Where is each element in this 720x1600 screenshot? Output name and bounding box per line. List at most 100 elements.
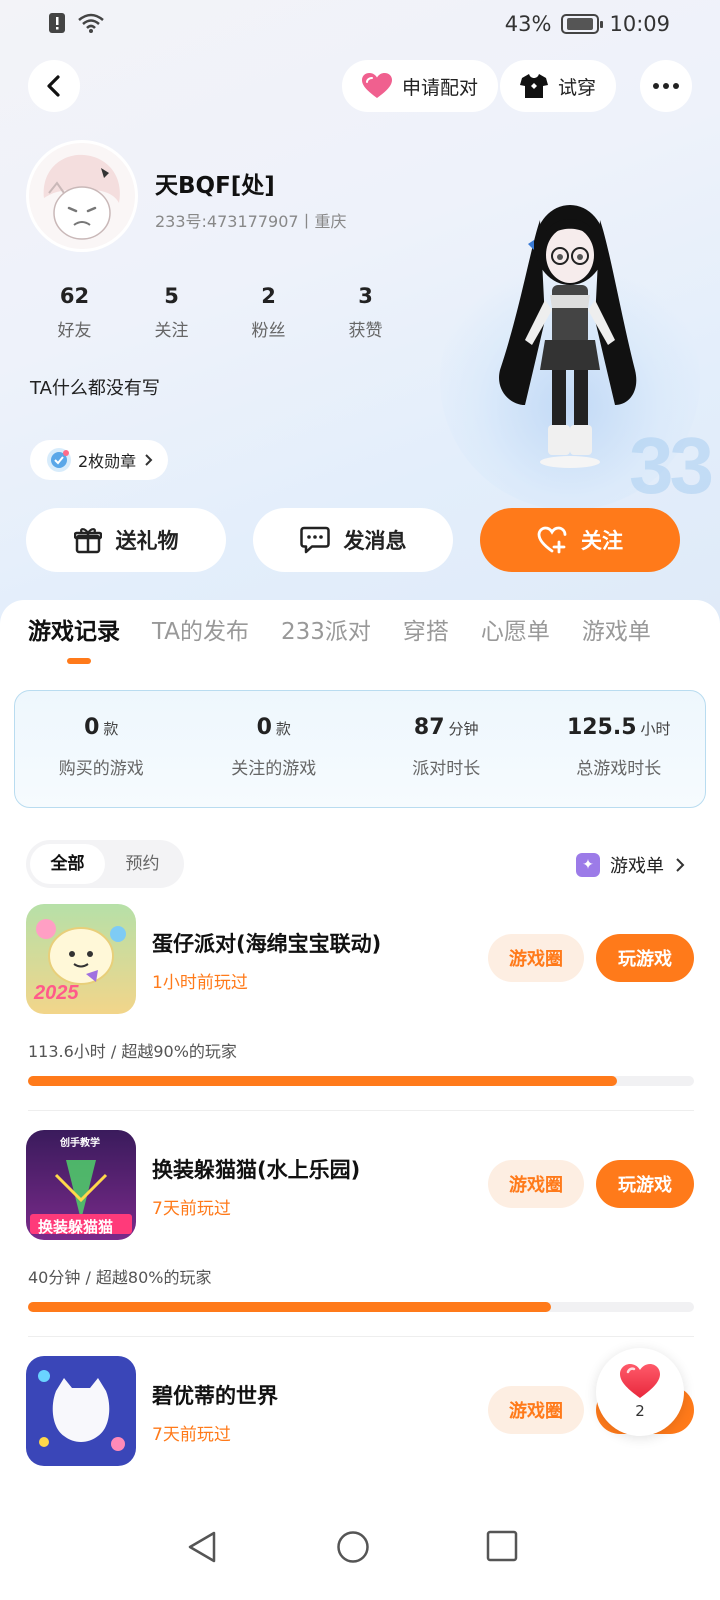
back-button[interactable] <box>28 60 80 112</box>
playtime-progress-bar <box>28 1076 694 1086</box>
send-message-button[interactable]: 发消息 <box>253 508 453 572</box>
user-bio: TA什么都没有写 <box>30 378 160 399</box>
playtime-progress-fill <box>28 1302 551 1312</box>
summary-unit: 分钟 <box>448 720 479 738</box>
tab-233-party[interactable]: 233派对 <box>281 612 371 646</box>
shirt-icon <box>520 74 548 98</box>
summary-value: 125.5 <box>566 715 637 740</box>
tab-wishlist[interactable]: 心愿单 <box>481 612 550 646</box>
tab-outfits[interactable]: 穿搭 <box>403 612 449 646</box>
wifi-icon <box>78 13 104 37</box>
filter-reserved[interactable]: 预约 <box>105 844 180 884</box>
nav-home-button[interactable] <box>336 1530 370 1568</box>
avatar[interactable] <box>26 140 138 252</box>
game-list-link-label: 游戏单 <box>610 856 664 877</box>
medal-label: 2枚勋章 <box>78 452 137 471</box>
summary-party-time: 87 分钟 派对时长 <box>360 691 533 807</box>
game-title: 碧优蒂的世界 <box>152 1384 278 1408</box>
game-thumbnail-text: 2025 <box>34 982 79 1004</box>
active-tab-indicator <box>67 658 91 664</box>
summary-label: 派对时长 <box>412 759 481 779</box>
3d-character-avatar[interactable] <box>490 190 650 480</box>
stat-value: 5 <box>164 284 179 308</box>
nav-back-button[interactable] <box>186 1530 218 1568</box>
game-list-link[interactable]: ✦ 游戏单 <box>576 852 686 878</box>
profile-stats: 62 好友 5 关注 2 粉丝 3 获赞 <box>26 284 414 341</box>
game-thumbnail-text: 换装躲猫猫 <box>38 1218 114 1236</box>
game-last-played: 1小时前玩过 <box>152 973 248 993</box>
play-game-button[interactable]: 玩游戏 <box>596 1160 694 1208</box>
game-circle-button[interactable]: 游戏圈 <box>488 934 584 982</box>
pair-request-label: 申请配对 <box>402 76 479 99</box>
pair-request-button[interactable]: 申请配对 <box>342 60 499 112</box>
summary-unit: 款 <box>103 720 119 738</box>
send-gift-button[interactable]: 送礼物 <box>26 508 226 572</box>
try-on-button[interactable]: 试穿 <box>500 60 617 112</box>
summary-value: 0 <box>84 715 100 740</box>
summary-followed: 0款 关注的游戏 <box>188 691 361 807</box>
triangle-back-icon <box>188 1531 216 1563</box>
summary-unit: 款 <box>275 720 291 738</box>
stat-label: 好友 <box>57 321 92 341</box>
like-count: 2 <box>635 1402 645 1420</box>
square-recents-icon <box>486 1530 518 1562</box>
chevron-right-icon <box>676 858 685 872</box>
divider <box>28 1336 694 1337</box>
chevron-right-icon <box>145 454 153 466</box>
more-dots-icon <box>653 83 659 89</box>
user-id-location: 233号:473177907丨重庆 <box>155 212 347 231</box>
game-last-played: 7天前玩过 <box>152 1425 231 1445</box>
more-options-button[interactable] <box>640 60 692 112</box>
circle-home-icon <box>337 1531 369 1563</box>
summary-value: 87 <box>413 715 445 740</box>
stat-friends[interactable]: 62 好友 <box>26 284 123 341</box>
system-navigation-bar <box>0 1500 720 1600</box>
summary-purchased: 0款 购买的游戏 <box>15 691 188 807</box>
tab-posts[interactable]: TA的发布 <box>152 612 249 646</box>
medal-button[interactable]: 2枚勋章 <box>30 440 169 480</box>
divider <box>28 1110 694 1111</box>
follow-label: 关注 <box>581 529 623 553</box>
game-row[interactable]: 创手教学 换装躲猫猫 换装躲猫猫(水上乐园) 7天前玩过 游戏圈 玩游戏 40分… <box>0 1130 720 1330</box>
stat-following[interactable]: 5 关注 <box>123 284 220 341</box>
stat-value: 62 <box>59 284 90 308</box>
user-name: 天BQF[处] <box>155 173 275 199</box>
stat-likes[interactable]: 3 获赞 <box>317 284 414 341</box>
game-thumbnail[interactable]: 创手教学 换装躲猫猫 <box>26 1130 136 1240</box>
game-row[interactable]: 2025 蛋仔派对(海绵宝宝联动) 1小时前玩过 游戏圈 玩游戏 113.6小时… <box>0 904 720 1104</box>
game-circle-button[interactable]: 游戏圈 <box>488 1160 584 1208</box>
sparkle-icon: ✦ <box>576 853 600 877</box>
game-last-played: 7天前玩过 <box>152 1199 231 1219</box>
stat-label: 粉丝 <box>251 321 286 341</box>
game-thumbnail[interactable]: 2025 <box>26 904 136 1014</box>
follow-button[interactable]: 关注 <box>480 508 680 572</box>
game-circle-button[interactable]: 游戏圈 <box>488 1386 584 1434</box>
playtime-progress-fill <box>28 1076 617 1086</box>
game-title: 蛋仔派对(海绵宝宝联动) <box>152 932 382 956</box>
try-on-label: 试穿 <box>558 76 597 99</box>
chevron-left-icon <box>47 75 60 97</box>
tab-game-lists[interactable]: 游戏单 <box>582 612 651 646</box>
game-thumbnail[interactable] <box>26 1356 136 1466</box>
tab-game-records[interactable]: 游戏记录 <box>28 612 120 646</box>
send-message-label: 发消息 <box>343 529 407 553</box>
game-playtime-stat: 40分钟 / 超越80%的玩家 <box>28 1268 212 1287</box>
heart-plus-icon <box>537 526 567 554</box>
send-gift-label: 送礼物 <box>115 529 179 553</box>
nav-recents-button[interactable] <box>486 1530 518 1566</box>
game-summary-card: 0款 购买的游戏 0款 关注的游戏 87 分钟 派对时长 125.5 小时 总游戏时… <box>14 690 706 808</box>
gift-icon <box>73 528 102 554</box>
game-thumbnail-tag: 创手教学 <box>60 1138 100 1149</box>
clock: 10:09 <box>609 12 670 36</box>
game-playtime-stat: 113.6小时 / 超越90%的玩家 <box>28 1042 237 1061</box>
stat-value: 2 <box>261 284 276 308</box>
filter-all[interactable]: 全部 <box>30 844 105 884</box>
summary-label: 总游戏时长 <box>576 759 662 779</box>
play-game-button[interactable]: 玩游戏 <box>596 934 694 982</box>
status-bar: 43% 10:09 <box>0 0 720 50</box>
summary-total-time: 125.5 小时 总游戏时长 <box>533 691 706 807</box>
summary-unit: 小时 <box>640 720 671 738</box>
stat-followers[interactable]: 2 粉丝 <box>220 284 317 341</box>
like-button[interactable]: 2 <box>596 1348 684 1436</box>
stat-value: 3 <box>358 284 373 308</box>
